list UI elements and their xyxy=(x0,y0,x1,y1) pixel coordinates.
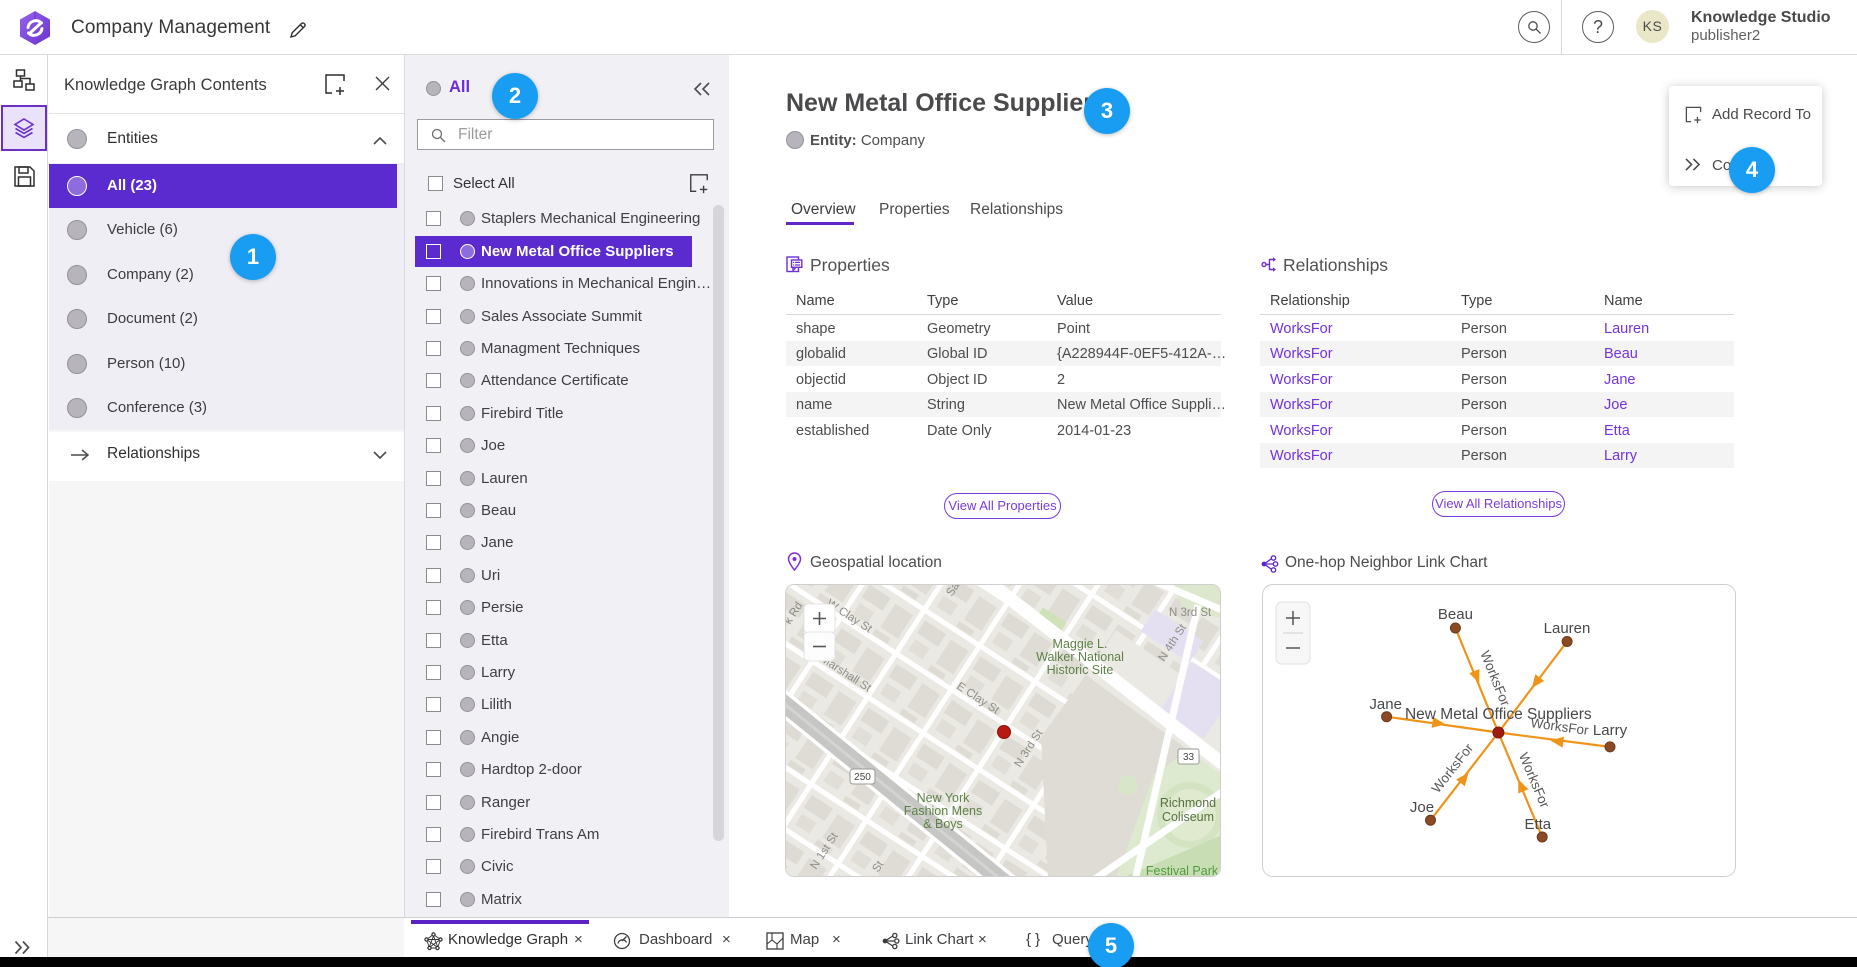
svg-text:Etta: Etta xyxy=(1524,816,1551,833)
svg-text:Joe: Joe xyxy=(1410,799,1434,816)
svg-text:250: 250 xyxy=(854,772,871,783)
svg-text:Lauren: Lauren xyxy=(1543,620,1590,637)
svg-text:Maggie L.: Maggie L. xyxy=(1053,637,1108,651)
svg-text:New Metal Office Suppliers: New Metal Office Suppliers xyxy=(1405,706,1592,723)
svg-text:& Boys: & Boys xyxy=(923,817,963,831)
svg-text:New York: New York xyxy=(917,791,971,805)
svg-text:Larry: Larry xyxy=(1593,722,1628,739)
svg-text:Jane: Jane xyxy=(1369,696,1402,713)
svg-text:Festival Park: Festival Park xyxy=(1146,864,1219,877)
svg-text:Historic Site: Historic Site xyxy=(1047,663,1114,677)
svg-text:WorksFor: WorksFor xyxy=(1477,648,1513,708)
svg-text:Walker National: Walker National xyxy=(1036,650,1124,664)
svg-text:WorksFor: WorksFor xyxy=(1428,740,1476,796)
svg-text:Fashion Mens: Fashion Mens xyxy=(904,804,983,818)
svg-text:33: 33 xyxy=(1183,752,1195,763)
svg-text:N 3rd St: N 3rd St xyxy=(1169,607,1212,619)
svg-text:Richmond: Richmond xyxy=(1160,796,1216,810)
svg-text:Beau: Beau xyxy=(1437,606,1472,623)
svg-text:Coliseum: Coliseum xyxy=(1162,810,1214,824)
svg-text:WorksFor: WorksFor xyxy=(1515,750,1552,810)
